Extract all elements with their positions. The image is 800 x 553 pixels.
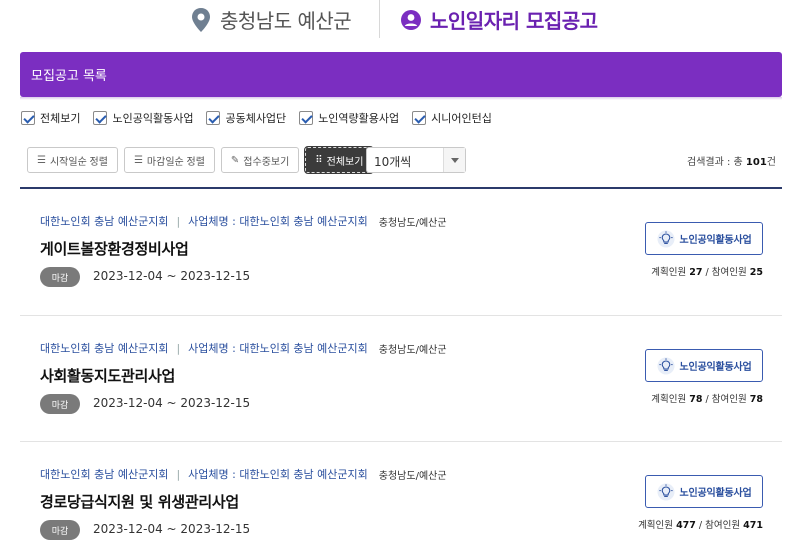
section-title-bar: 모집공고 목록 (20, 52, 782, 97)
title-bar-shadow (20, 97, 782, 100)
location: 충청남도/예산군 (378, 344, 447, 356)
view-all-button[interactable]: ⠿ 전체보기 (304, 146, 375, 174)
pencil-icon: ✎ (230, 154, 240, 166)
list-item[interactable]: 대한노인회 충남 예산군지회 | 사업체명 : 대한노인회 충남 예산군지회 충… (20, 466, 782, 553)
site-header: 충청남도 예산군 노인일자리 모집공고 (0, 0, 800, 38)
item-divider (20, 441, 782, 442)
status-badge: 마감 (40, 520, 80, 540)
org-name[interactable]: 대한노인회 충남 예산군지회 (40, 466, 168, 482)
filter-community-business[interactable]: 공동체사업단 (206, 110, 286, 126)
filter-senior-internship[interactable]: 시니어인턴십 (412, 110, 492, 126)
grid-icon: ⠿ (315, 154, 323, 166)
list-item[interactable]: 대한노인회 충남 예산군지회 | 사업체명 : 대한노인회 충남 예산군지회 충… (20, 340, 782, 466)
per-page-value: 10개씩 (374, 155, 412, 169)
lightbulb-icon (657, 230, 674, 247)
item-period: 2023-12-04 ~ 2023-12-15 (93, 269, 251, 283)
checkbox-checked[interactable] (93, 111, 108, 125)
filter-capability-utilization[interactable]: 노인역량활용사업 (299, 110, 399, 126)
filter-all[interactable]: 전체보기 (21, 110, 80, 126)
checkbox-checked[interactable] (412, 111, 427, 125)
org-name[interactable]: 대한노인회 충남 예산군지회 (40, 340, 168, 356)
result-count: 검색결과 : 총 101건 (687, 157, 776, 168)
section-title: 모집공고 목록 (31, 69, 107, 84)
user-circle-icon (401, 9, 421, 30)
category-label: 노인공익활동사업 (679, 362, 752, 373)
page-heading: 노인일자리 모집공고 (400, 5, 598, 34)
list-toolbar: ☰ 시작일순 정렬 ☰ 마감일순 정렬 ✎ 접수중보기 ⠿ 전체보기 (27, 146, 379, 174)
sort-by-end-button[interactable]: ☰ 마감일순 정렬 (123, 147, 215, 173)
status-badge: 마감 (40, 267, 80, 287)
business-name: 사업체명 : 대한노인회 충남 예산군지회 (188, 215, 368, 228)
sort-by-start-button[interactable]: ☰ 시작일순 정렬 (27, 147, 118, 173)
location: 충청남도/예산군 (378, 470, 447, 482)
chevron-down-icon[interactable] (443, 148, 465, 172)
checkbox-checked[interactable] (21, 111, 35, 125)
category-label: 노인공익활동사업 (679, 488, 752, 499)
category-badge: 노인공익활동사업 (645, 349, 763, 382)
item-title[interactable]: 사회활동지도관리사업 (40, 365, 175, 386)
category-badge: 노인공익활동사업 (645, 222, 763, 255)
headcount: 계획인원 78 / 참여인원 78 (651, 394, 763, 405)
business-name: 사업체명 : 대한노인회 충남 예산군지회 (188, 342, 368, 355)
item-meta: 대한노인회 충남 예산군지회 | 사업체명 : 대한노인회 충남 예산군지회 충… (40, 213, 447, 229)
item-meta: 대한노인회 충남 예산군지회 | 사업체명 : 대한노인회 충남 예산군지회 충… (40, 340, 447, 356)
item-period: 2023-12-04 ~ 2023-12-15 (93, 396, 251, 410)
item-divider (20, 315, 782, 316)
location: 충청남도/예산군 (378, 217, 447, 229)
item-title[interactable]: 경로당급식지원 및 위생관리사업 (40, 491, 239, 512)
region-name: 충청남도 예산군 (220, 9, 352, 33)
list-top-border (20, 187, 782, 189)
checkbox-checked[interactable] (299, 111, 314, 125)
filter-public-activity[interactable]: 노인공익활동사업 (93, 110, 193, 126)
org-name[interactable]: 대한노인회 충남 예산군지회 (40, 213, 168, 229)
lightbulb-icon (657, 483, 674, 500)
item-period: 2023-12-04 ~ 2023-12-15 (93, 522, 251, 536)
business-name: 사업체명 : 대한노인회 충남 예산군지회 (188, 468, 368, 481)
region-link[interactable]: 충청남도 예산군 (190, 5, 352, 34)
lightbulb-icon (657, 357, 674, 374)
list-icon: ☰ (37, 154, 46, 166)
location-pin-icon (192, 7, 210, 32)
item-title[interactable]: 게이트볼장환경정비사업 (40, 238, 189, 259)
page-title: 노인일자리 모집공고 (430, 9, 598, 33)
list-icon: ☰ (133, 154, 143, 166)
status-badge: 마감 (40, 394, 80, 414)
headcount: 계획인원 27 / 참여인원 25 (651, 267, 763, 278)
category-label: 노인공익활동사업 (679, 235, 752, 246)
checkbox-checked[interactable] (206, 111, 221, 125)
item-meta: 대한노인회 충남 예산군지회 | 사업체명 : 대한노인회 충남 예산군지회 충… (40, 466, 447, 482)
per-page-select[interactable]: 10개씩 (366, 147, 466, 173)
show-receiving-button[interactable]: ✎ 접수중보기 (220, 147, 300, 173)
list-item[interactable]: 대한노인회 충남 예산군지회 | 사업체명 : 대한노인회 충남 예산군지회 충… (20, 213, 782, 339)
header-divider (379, 0, 380, 38)
category-filters: 전체보기 노인공익활동사업 공동체사업단 노인역량활용사업 시니어인턴십 (21, 110, 505, 126)
headcount: 계획인원 477 / 참여인원 471 (638, 520, 763, 531)
category-badge: 노인공익활동사업 (645, 475, 763, 508)
